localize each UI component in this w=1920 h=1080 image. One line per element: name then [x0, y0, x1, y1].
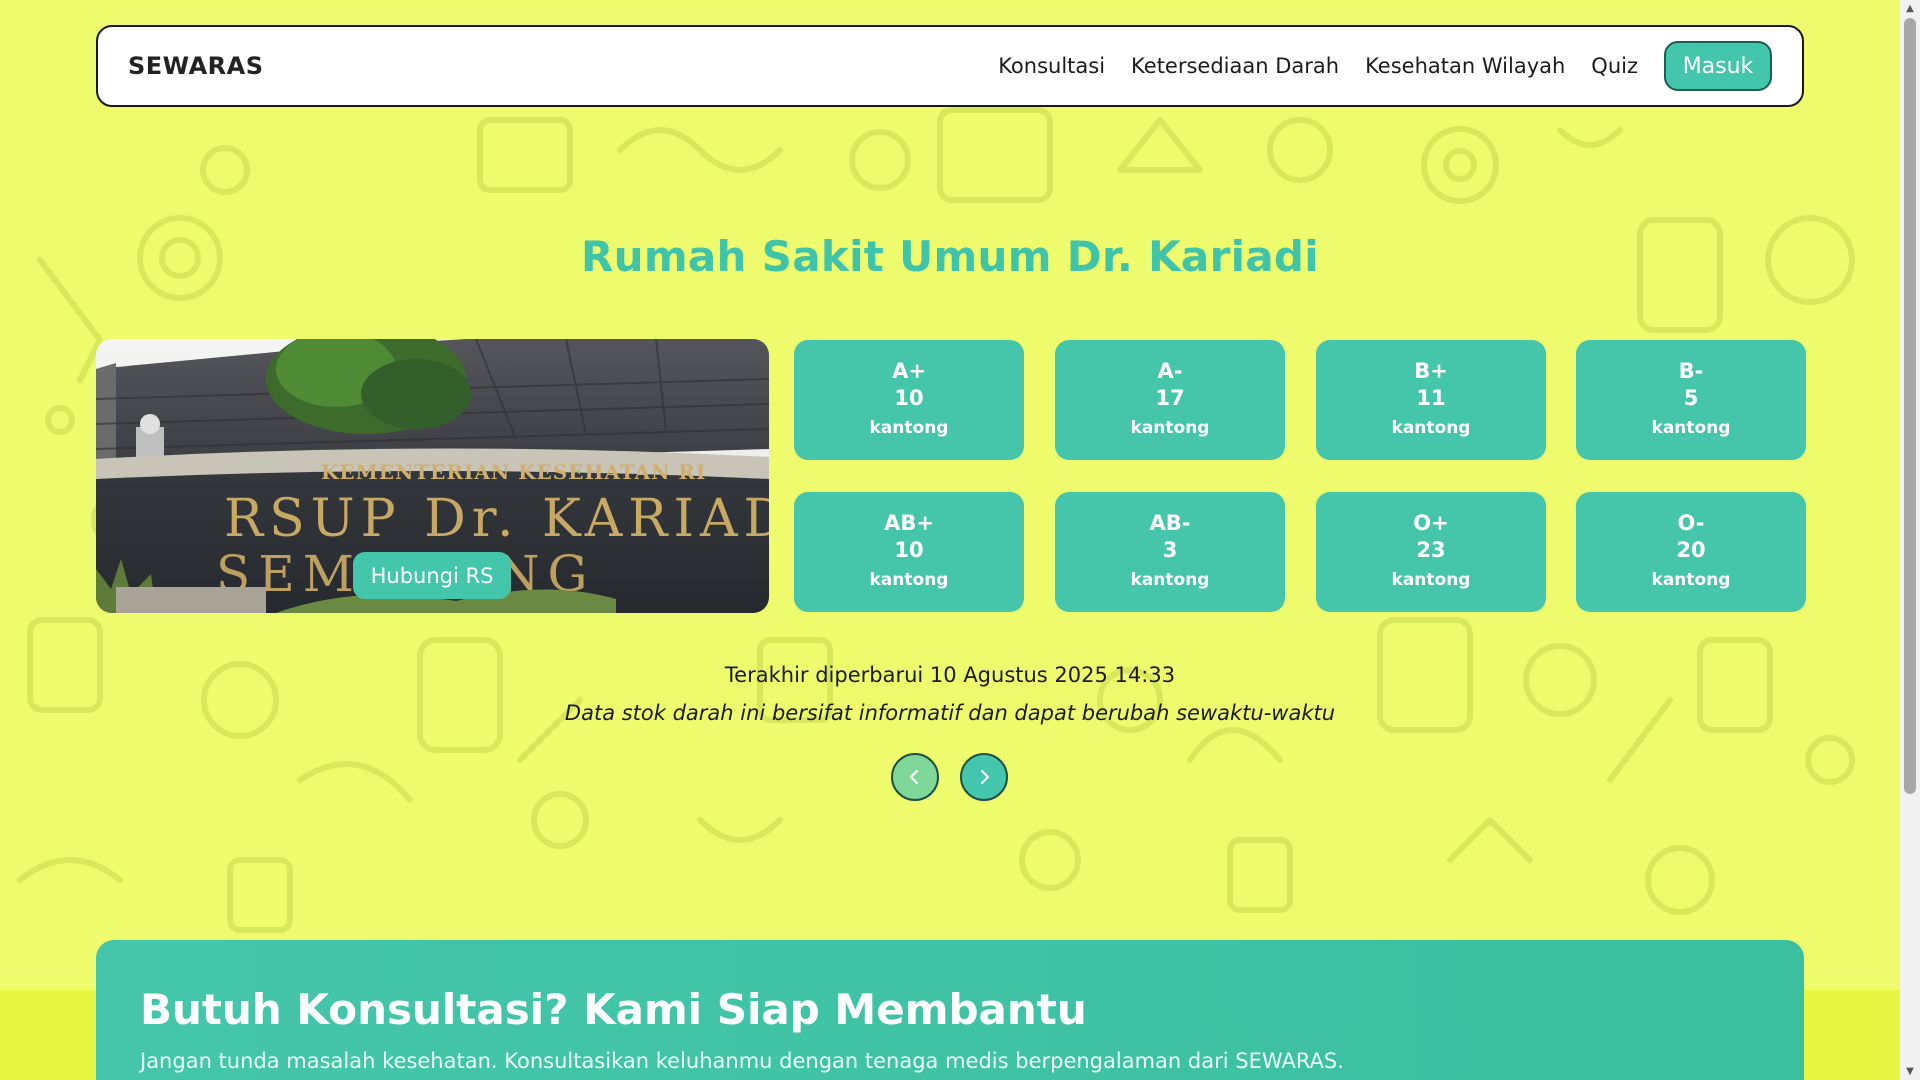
- page: SEWARAS Konsultasi Ketersediaan Darah Ke…: [0, 0, 1920, 1080]
- page-scrollbar[interactable]: ▲ ▼: [1900, 0, 1920, 1080]
- nav-link-konsultasi[interactable]: Konsultasi: [998, 54, 1105, 78]
- consultation-subtitle: Jangan tunda masalah kesehatan. Konsulta…: [140, 1049, 1344, 1073]
- blood-card-a-plus: A+ 10 kantong: [794, 340, 1024, 460]
- chevron-right-icon: [981, 770, 989, 784]
- blood-count: 5: [1683, 386, 1699, 410]
- blood-count: 11: [1416, 386, 1446, 410]
- scroll-down-arrow-icon[interactable]: ▼: [1900, 1063, 1920, 1080]
- carousel-next-button[interactable]: [960, 753, 1008, 801]
- blood-count: 10: [894, 386, 924, 410]
- blood-unit: kantong: [869, 570, 949, 590]
- hospital-title: Rumah Sakit Umum Dr. Kariadi: [580, 232, 1319, 281]
- brand-logo[interactable]: SEWARAS: [128, 52, 264, 80]
- blood-unit: kantong: [1651, 418, 1731, 438]
- blood-type: AB-: [1149, 511, 1191, 535]
- login-button[interactable]: Masuk: [1664, 41, 1772, 91]
- chevron-left-icon: [910, 770, 918, 784]
- photo-sign-line1: KEMENTERIAN KESEHATAN RI: [321, 460, 706, 484]
- blood-card-a-minus: A- 17 kantong: [1055, 340, 1285, 460]
- scroll-up-arrow-icon[interactable]: ▲: [1900, 0, 1920, 17]
- consultation-title: Butuh Konsultasi? Kami Siap Membantu: [140, 985, 1087, 1034]
- scrollbar-thumb[interactable]: [1904, 18, 1916, 794]
- carousel-prev-button[interactable]: [891, 753, 939, 801]
- blood-card-o-minus: O- 20 kantong: [1576, 492, 1806, 612]
- blood-card-ab-plus: AB+ 10 kantong: [794, 492, 1024, 612]
- blood-type: B-: [1678, 359, 1704, 383]
- blood-count: 20: [1676, 538, 1706, 562]
- nav-links: Konsultasi Ketersediaan Darah Kesehatan …: [972, 41, 1772, 91]
- blood-count: 3: [1162, 538, 1178, 562]
- blood-type: AB+: [884, 511, 934, 535]
- blood-unit: kantong: [1391, 418, 1471, 438]
- blood-card-b-plus: B+ 11 kantong: [1316, 340, 1546, 460]
- disclaimer-text: Data stok darah ini bersifat informatif …: [564, 701, 1336, 725]
- nav-link-ketersediaan-darah[interactable]: Ketersediaan Darah: [1131, 54, 1339, 78]
- blood-type: B+: [1414, 359, 1448, 383]
- last-updated-text: Terakhir diperbarui 10 Agustus 2025 14:3…: [724, 663, 1176, 687]
- nav-link-quiz[interactable]: Quiz: [1591, 54, 1638, 78]
- contact-hospital-button[interactable]: Hubungi RS: [353, 552, 511, 599]
- blood-type: O+: [1413, 511, 1449, 535]
- blood-card-o-plus: O+ 23 kantong: [1316, 492, 1546, 612]
- blood-type: O-: [1677, 511, 1705, 535]
- blood-unit: kantong: [1130, 418, 1210, 438]
- blood-unit: kantong: [1130, 570, 1210, 590]
- blood-card-b-minus: B- 5 kantong: [1576, 340, 1806, 460]
- blood-unit: kantong: [869, 418, 949, 438]
- photo-sign-line2: RSUP Dr. KARIADI: [224, 489, 769, 549]
- blood-count: 10: [894, 538, 924, 562]
- blood-unit: kantong: [1651, 570, 1731, 590]
- blood-type: A+: [892, 359, 926, 383]
- top-navbar: SEWARAS Konsultasi Ketersediaan Darah Ke…: [96, 25, 1804, 107]
- blood-unit: kantong: [1391, 570, 1471, 590]
- blood-card-ab-minus: AB- 3 kantong: [1055, 492, 1285, 612]
- blood-type: A-: [1157, 359, 1183, 383]
- blood-count: 23: [1416, 538, 1446, 562]
- nav-link-kesehatan-wilayah[interactable]: Kesehatan Wilayah: [1365, 54, 1565, 78]
- blood-count: 17: [1155, 386, 1185, 410]
